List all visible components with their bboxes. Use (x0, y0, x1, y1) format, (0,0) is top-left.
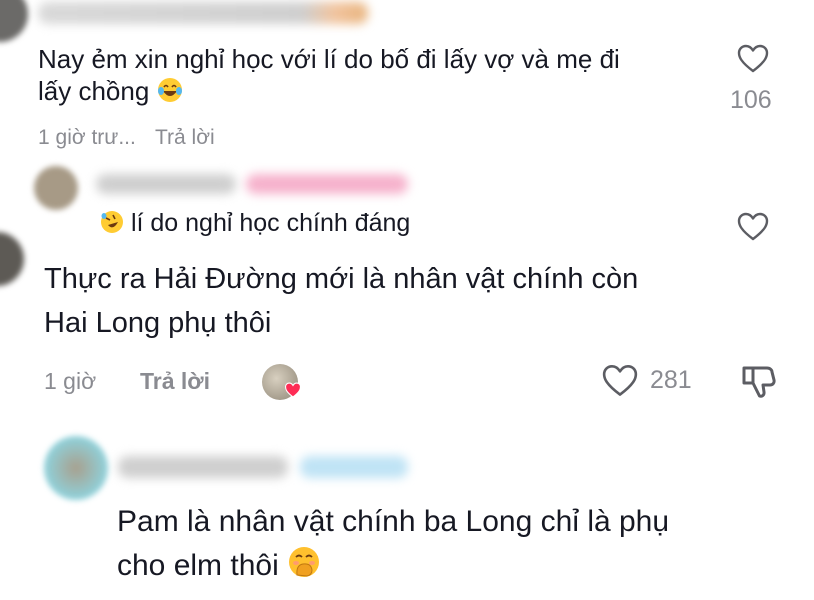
heart-badge-icon (284, 382, 302, 403)
avatar[interactable] (0, 232, 24, 286)
comment-text: Nay ẻm xin nghỉ học với lí do bố đi lấy … (38, 44, 620, 111)
avatar[interactable] (0, 0, 28, 42)
like-count: 281 (650, 366, 692, 394)
avatar[interactable] (34, 166, 78, 210)
hand-over-mouth-emoji (287, 545, 321, 592)
like-heart-icon[interactable] (737, 44, 769, 74)
username-blurred[interactable] (38, 2, 368, 24)
dislike-icon[interactable] (740, 362, 778, 400)
comment-time: 1 giờ (44, 368, 97, 394)
creator-liked-avatar (262, 364, 302, 404)
like-heart-icon[interactable] (601, 364, 639, 398)
comment-text: Pam là nhân vật chính ba Long chỉ là phụ… (117, 500, 669, 592)
reply-text: lí do nghỉ học chính đáng (100, 208, 410, 242)
comment-time: 1 giờ trư... (38, 126, 136, 149)
username-blurred[interactable] (96, 174, 236, 194)
username-blurred[interactable] (246, 174, 408, 194)
like-count: 106 (730, 86, 772, 114)
reply-button[interactable]: Trả lời (140, 368, 210, 395)
like-heart-icon[interactable] (737, 212, 769, 242)
rolling-laughing-emoji (100, 210, 124, 242)
laughing-tears-emoji (157, 77, 183, 111)
avatar[interactable] (44, 436, 108, 500)
username-blurred[interactable] (300, 456, 408, 478)
reply-button[interactable]: Trả lời (155, 126, 215, 150)
username-blurred[interactable] (118, 456, 288, 478)
comment-text: Thực ra Hải Đường mới là nhân vật chính … (44, 263, 639, 339)
